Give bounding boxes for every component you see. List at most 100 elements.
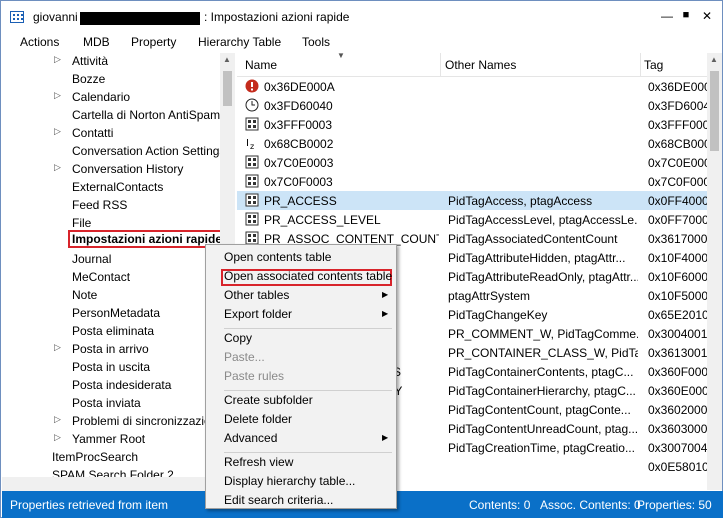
menu-mdb[interactable]: MDB <box>83 35 110 49</box>
tree-item-label: ItemProcSearch <box>52 450 139 464</box>
tree-item-label: Posta eliminata <box>72 324 155 338</box>
svg-text:z: z <box>250 142 254 150</box>
menu-property[interactable]: Property <box>131 35 176 49</box>
cell-tag: 0x0FF7000 <box>648 213 707 227</box>
scroll-thumb[interactable] <box>710 71 719 151</box>
table-row[interactable]: PR_ACCESS PidTagAccess, ptagAccess 0x0FF40… <box>237 191 707 210</box>
column-divider[interactable] <box>440 53 441 77</box>
cell-other-names: PidTagContentUnreadCount, ptag... <box>448 422 638 436</box>
table-row[interactable]: Iz 0x68CB0002 0x68CB000 <box>237 134 707 153</box>
menu-tools[interactable]: Tools <box>302 35 330 49</box>
scroll-thumb[interactable] <box>223 71 232 106</box>
context-menu-item[interactable]: Advanced <box>224 431 277 445</box>
tree-item[interactable]: ExternalContacts <box>72 180 163 198</box>
tree-item[interactable]: MeContact <box>72 270 130 288</box>
tree-item[interactable]: Note <box>72 288 97 306</box>
tree-item[interactable]: ▷ Attività <box>54 54 108 72</box>
menu-actions[interactable]: Actions <box>20 35 59 49</box>
tree-item-label: File <box>72 216 92 230</box>
cell-name: 0x7C0E0003 <box>264 156 334 170</box>
context-menu-item[interactable]: Export folder <box>224 307 292 321</box>
cell-other-names: PidTagAccess, ptagAccess <box>448 194 593 208</box>
tree-item-label: PersonMetadata <box>72 306 161 320</box>
cell-tag: 0x3FD6004 <box>648 99 707 113</box>
tree-item[interactable]: ▷ Yammer Root <box>54 432 145 450</box>
context-menu-item[interactable]: Create subfolder <box>224 393 313 407</box>
cell-tag: 0x3613001 <box>648 346 707 360</box>
cell-tag: 0x3602000 <box>648 403 707 417</box>
context-menu-item[interactable]: Open associated contents table <box>224 269 392 283</box>
table-row[interactable]: 0x36DE000A 0x36DE000 <box>237 77 707 96</box>
menu-separator <box>224 390 392 391</box>
expand-arrow-icon[interactable]: ▷ <box>54 432 61 443</box>
tree-item[interactable]: Bozze <box>72 72 105 90</box>
table-vertical-scrollbar[interactable]: ▲ <box>707 53 722 490</box>
column-header-name[interactable]: Name <box>245 58 277 72</box>
tree-item[interactable]: ▷ Posta in arrivo <box>54 342 149 360</box>
cell-other-names: PR_CONTAINER_CLASS_W, PidTag... <box>448 346 638 360</box>
context-menu-item[interactable]: Open contents table <box>224 250 331 264</box>
minimize-button[interactable]: — <box>658 9 676 23</box>
expand-arrow-icon[interactable]: ▷ <box>54 126 61 137</box>
expand-arrow-icon[interactable]: ▷ <box>54 162 61 173</box>
tree-item[interactable]: ▷ Calendario <box>54 90 131 108</box>
column-header-tag[interactable]: Tag <box>644 58 663 72</box>
tree-item[interactable]: Journal <box>72 252 111 270</box>
context-menu: Open contents table Open associated conte… <box>205 244 397 509</box>
tree-item[interactable]: Cartella di Norton AntiSpam <box>72 108 220 126</box>
table-row[interactable]: 0x3FD60040 0x3FD6004 <box>237 96 707 115</box>
tree-item[interactable]: Posta indesiderata <box>72 378 171 396</box>
tree-item-label: Posta indesiderata <box>72 378 172 392</box>
tree-item[interactable]: Posta inviata <box>72 396 141 414</box>
expand-arrow-icon[interactable]: ▷ <box>54 342 61 353</box>
tree-item[interactable]: ItemProcSearch <box>52 450 138 468</box>
expand-arrow-icon[interactable]: ▷ <box>54 90 61 101</box>
tree-horizontal-scrollbar[interactable] <box>2 477 220 491</box>
submenu-arrow-icon: ▶ <box>382 309 389 318</box>
tree-item[interactable]: Conversation Action Settings <box>72 144 220 162</box>
cell-name: 0x68CB0002 <box>264 137 334 151</box>
cell-name: 0x3FD60040 <box>264 99 333 113</box>
table-row[interactable]: PR_ACCESS_LEVEL PidTagAccessLevel, ptagAc… <box>237 210 707 229</box>
expand-arrow-icon[interactable]: ▷ <box>54 414 61 425</box>
context-menu-item[interactable]: Edit search criteria... <box>224 493 333 507</box>
tree-item[interactable]: PersonMetadata <box>72 306 160 324</box>
tree-item[interactable]: ▷ Conversation History <box>54 162 183 180</box>
maximize-button[interactable]: ■ <box>677 9 695 21</box>
table-row[interactable]: 0x7C0E0003 0x7C0E000 <box>237 153 707 172</box>
status-message: Properties retrieved from item <box>10 498 169 512</box>
cell-other-names: PidTagContainerContents, ptagC... <box>448 365 634 379</box>
tree-item[interactable]: Posta eliminata <box>72 324 154 342</box>
tree-item[interactable]: Impostazioni azioni rapide <box>68 230 220 250</box>
table-row[interactable]: 0x7C0F0003 0x7C0F000 <box>237 172 707 191</box>
context-menu-item[interactable]: Display hierarchy table... <box>224 474 355 488</box>
binary-icon <box>245 155 259 169</box>
tree-item-label: Feed RSS <box>72 198 128 212</box>
status-assoc-contents: Assoc. Contents: 0 <box>540 498 641 512</box>
cell-other-names: PidTagAttributeHidden, ptagAttr... <box>448 251 626 265</box>
scroll-up-icon[interactable]: ▲ <box>710 55 718 64</box>
cell-name: PR_ACCESS <box>264 194 337 208</box>
context-menu-item[interactable]: Copy <box>224 331 252 345</box>
tree-item[interactable]: ▷ Contatti <box>54 126 114 144</box>
tree-item-label: Impostazioni azioni rapide <box>68 230 220 248</box>
context-menu-item[interactable]: Delete folder <box>224 412 292 426</box>
context-menu-item[interactable]: Other tables <box>224 288 289 302</box>
close-button[interactable]: ✕ <box>698 9 716 23</box>
column-header-other-names[interactable]: Other Names <box>445 58 516 72</box>
expand-arrow-icon[interactable]: ▷ <box>54 54 61 65</box>
tree-item-label: Contatti <box>72 126 114 140</box>
tree-item[interactable]: Feed RSS <box>72 198 127 216</box>
tree-item[interactable]: ▷ Problemi di sincronizzazione <box>54 414 220 432</box>
cell-tag: 0x65E2010 <box>648 308 707 322</box>
menu-bar: Actions MDB Property Hierarchy Table Too… <box>1 33 722 53</box>
tree-item-label: Calendario <box>72 90 131 104</box>
column-divider[interactable] <box>640 53 641 77</box>
tree-item[interactable]: Posta in uscita <box>72 360 150 378</box>
folder-tree[interactable]: ▷ Attività Bozze ▷ Calendario Cartella di Nor… <box>2 53 220 490</box>
scroll-up-icon[interactable]: ▲ <box>223 55 231 64</box>
menu-hierarchy-table[interactable]: Hierarchy Table <box>198 35 281 49</box>
table-row[interactable]: 0x3FFF0003 0x3FFF000 <box>237 115 707 134</box>
tree-item-label: ExternalContacts <box>72 180 164 194</box>
context-menu-item[interactable]: Refresh view <box>224 455 293 469</box>
